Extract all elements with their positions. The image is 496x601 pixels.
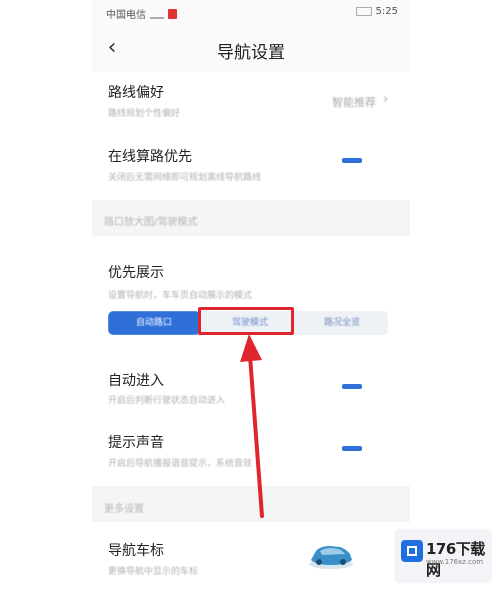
status-bar: 中国电信 5:25 bbox=[92, 0, 410, 26]
priority-display-subtitle: 设置导航时，车车页自动展示的模式 bbox=[108, 291, 253, 301]
clock-time: 5:25 bbox=[375, 6, 398, 17]
segment-auto-junction[interactable]: 自动路口 bbox=[108, 311, 200, 335]
battery-icon bbox=[355, 7, 372, 16]
section-label-more: 更多设置 bbox=[104, 504, 144, 515]
nav-car-icon-subtitle: 更换导航中显示的车标 bbox=[108, 567, 199, 577]
online-road-title: 在线算路优先 bbox=[108, 149, 192, 165]
app-header: ‹ 导航设置 bbox=[92, 26, 410, 72]
auto-enter-subtitle: 开启后判断行驶状态自动进入 bbox=[108, 396, 226, 406]
watermark-badge: 176下载网 www.176xz.com bbox=[396, 530, 491, 582]
online-road-toggle[interactable] bbox=[342, 158, 362, 163]
auto-enter-title: 自动进入 bbox=[108, 373, 164, 389]
notification-icon bbox=[168, 8, 177, 19]
watermark-url: www.176xz.com bbox=[426, 558, 484, 566]
car-icon-card[interactable]: 导航车标 更换导航中显示的车标 bbox=[92, 522, 410, 601]
priority-display-title: 优先展示 bbox=[108, 265, 164, 281]
car-icon bbox=[309, 546, 353, 569]
display-settings-card: 优先展示 设置导航时，车车页自动展示的模式 自动进入 开启后判断行驶状态自动进入… bbox=[92, 236, 410, 486]
online-road-row: 在线算路优先 关闭后无需网络即可规划离线导航路线 bbox=[92, 134, 410, 194]
prompt-sound-subtitle: 开启后导航播报语音提示，系统音效 bbox=[108, 459, 253, 469]
segment-traffic-overview[interactable]: 路况全览 bbox=[296, 311, 388, 335]
chevron-right-icon: › bbox=[383, 92, 389, 107]
route-pref-value: 智能推荐 bbox=[332, 96, 376, 109]
signal-icon bbox=[150, 8, 164, 19]
nav-car-icon-title: 导航车标 bbox=[108, 543, 164, 559]
site-logo-icon bbox=[401, 540, 423, 562]
route-pref-subtitle: 路线规划个性偏好 bbox=[108, 109, 181, 119]
prompt-sound-title: 提示声音 bbox=[108, 435, 164, 451]
online-road-subtitle: 关闭后无需网络即可规划离线导航路线 bbox=[108, 173, 262, 183]
carrier-label: 中国电信 bbox=[106, 10, 146, 21]
prompt-sound-toggle[interactable] bbox=[342, 446, 362, 451]
auto-enter-toggle[interactable] bbox=[342, 384, 362, 389]
highlight-box bbox=[198, 307, 294, 335]
page-title: 导航设置 bbox=[217, 43, 285, 63]
route-pref-row[interactable]: 路线偏好 路线规划个性偏好 智能推荐 › bbox=[92, 72, 410, 130]
route-pref-title: 路线偏好 bbox=[108, 85, 164, 101]
section-label-driving-mode: 路口放大图/驾驶模式 bbox=[104, 217, 198, 228]
route-settings-card: 路线偏好 路线规划个性偏好 智能推荐 › 在线算路优先 关闭后无需网络即可规划离… bbox=[92, 72, 410, 200]
phone-screen: 中国电信 5:25 ‹ 导航设置 路线偏好 路线规划个性偏好 智能推荐 › 在线… bbox=[92, 0, 410, 601]
